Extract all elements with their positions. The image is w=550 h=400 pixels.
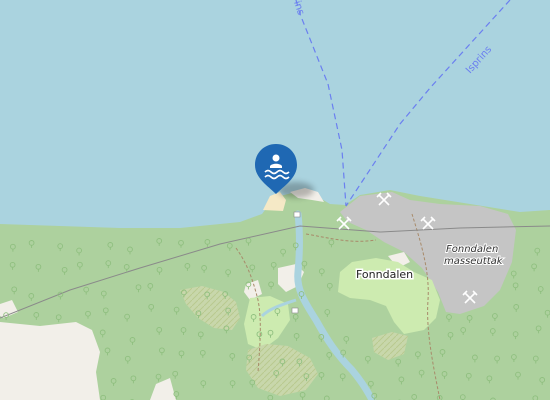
map-view[interactable]: ins Isprins Fonndalen Fonndalen masseutt… bbox=[0, 0, 550, 400]
quarry-label-line2: masseuttak bbox=[444, 256, 504, 267]
bridge-mark bbox=[291, 307, 299, 314]
map-canvas[interactable]: ins Isprins Fonndalen Fonndalen masseutt… bbox=[0, 0, 550, 400]
bridge-mark bbox=[293, 211, 301, 218]
quarry-label-line1: Fonndalen bbox=[446, 244, 498, 255]
place-label-fonndalen: Fonndalen bbox=[356, 268, 413, 281]
bare-ground-sw bbox=[0, 322, 100, 400]
